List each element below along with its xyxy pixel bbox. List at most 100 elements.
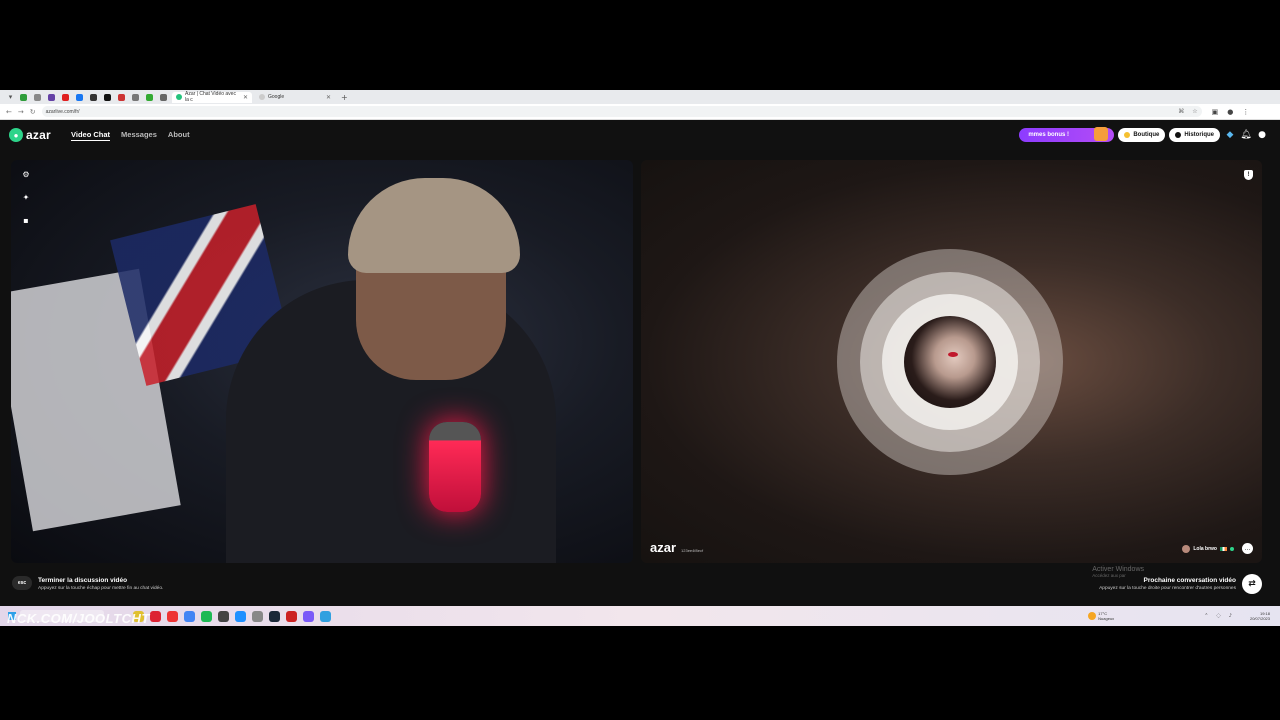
app-icon[interactable]: [286, 610, 297, 622]
tray-chevron-icon[interactable]: ⌃: [1204, 613, 1208, 619]
avatar-detail: [948, 352, 958, 357]
header-actions: mmes bonus ! Boutique Historique ◆ 🔔︎ ●: [1019, 127, 1268, 142]
ripple-ring: [860, 272, 1040, 452]
magic-wand-icon[interactable]: ✦: [21, 193, 31, 203]
pinned-tab[interactable]: [158, 92, 169, 103]
windows-taskbar: 17°C Nuageux ⌃ ◌ ♪ 19:18 20/07/2023: [0, 606, 1280, 626]
notification-bell-icon[interactable]: 🔔︎: [1240, 129, 1252, 141]
message-bubble-icon[interactable]: …: [1242, 543, 1253, 554]
close-tab-icon[interactable]: ✕: [243, 94, 248, 101]
pinned-tab[interactable]: [144, 92, 155, 103]
tab-label: Azar | Chat Vidéo avec la c: [185, 91, 236, 103]
close-tab-icon[interactable]: ✕: [326, 94, 331, 101]
esc-button[interactable]: esc: [12, 576, 32, 590]
country-flag-icon: [1220, 547, 1227, 551]
shop-button[interactable]: Boutique: [1118, 128, 1166, 142]
main-nav: Video Chat Messages About: [71, 130, 190, 141]
stream-overlay-text: NCK.COM/JOOLTCHT: [7, 611, 150, 626]
local-video: ⚙ ✦ ▪: [11, 160, 633, 563]
reload-icon[interactable]: ↻: [30, 108, 36, 116]
new-tab-icon[interactable]: +: [341, 93, 348, 102]
history-button[interactable]: Historique: [1169, 128, 1220, 142]
back-icon[interactable]: ←: [6, 108, 12, 116]
pinned-tab[interactable]: [88, 92, 99, 103]
app-icon[interactable]: [235, 610, 246, 622]
next-chat-hint: Prochaine conversation vidéo Appuyez sur…: [1099, 577, 1236, 591]
logo-text: azar: [26, 128, 51, 142]
end-chat-title: Terminer la discussion vidéo: [38, 577, 128, 584]
next-chat-button[interactable]: ⇄: [1242, 574, 1262, 594]
bookmark-star-icon[interactable]: ☆: [1192, 108, 1197, 115]
profile-icon[interactable]: ●: [1227, 108, 1233, 116]
system-tray: ⌃ ◌ ♪: [1204, 613, 1232, 619]
ripple-ring: [882, 294, 1018, 430]
pinned-tab[interactable]: [18, 92, 29, 103]
promo-button[interactable]: mmes bonus !: [1019, 127, 1115, 142]
remote-video: ! azar 123ee4f8ecf Lola brwo …: [641, 160, 1262, 563]
settings-icon[interactable]: ⚙: [21, 170, 31, 180]
pinned-tab[interactable]: [32, 92, 43, 103]
video-tools: ⚙ ✦ ▪: [21, 170, 31, 226]
gem-icon: [1124, 132, 1131, 138]
nav-messages[interactable]: Messages: [121, 130, 157, 141]
extensions-icon[interactable]: ▣: [1212, 108, 1219, 116]
clock-icon: [1175, 132, 1182, 138]
user-profile-icon[interactable]: ●: [1256, 129, 1268, 141]
sticker-icon[interactable]: ▪: [21, 216, 31, 226]
system-clock[interactable]: 19:18 20/07/2023: [1250, 611, 1270, 621]
pinned-tab[interactable]: [46, 92, 57, 103]
app-icon[interactable]: [218, 610, 229, 622]
pinned-tab[interactable]: [130, 92, 141, 103]
online-status-icon: [1230, 547, 1234, 551]
tab-search-icon[interactable]: ▾: [6, 93, 15, 102]
tab-google[interactable]: Google ✕: [255, 92, 335, 103]
taskbar-apps: [133, 610, 331, 622]
weather-widget[interactable]: 17°C Nuageux: [1088, 611, 1114, 621]
pinned-tab[interactable]: [102, 92, 113, 103]
pinned-tab[interactable]: [74, 92, 85, 103]
report-shield-icon[interactable]: !: [1244, 170, 1253, 180]
steam-icon[interactable]: [269, 610, 280, 622]
browser-tab-strip: ▾ Azar | Chat Vidéo avec la c ✕ Google ✕…: [0, 90, 1280, 104]
next-chat-description: Appuyez sur la touche droite pour rencon…: [1099, 586, 1236, 591]
partner-info[interactable]: Lola brwo: [1182, 545, 1234, 553]
azar-watermark: azar 123ee4f8ecf: [650, 540, 703, 555]
pinned-tab[interactable]: [116, 92, 127, 103]
clock-date: 20/07/2023: [1249, 616, 1270, 621]
chat-icon[interactable]: ◆: [1224, 129, 1236, 141]
tab-azar[interactable]: Azar | Chat Vidéo avec la c ✕: [172, 91, 252, 103]
azar-logo[interactable]: ● azar: [9, 128, 51, 142]
nav-about[interactable]: About: [168, 130, 190, 141]
azar-favicon-icon: [176, 94, 182, 100]
weather-icon: [1088, 612, 1097, 620]
tab-label: Google: [268, 94, 285, 100]
volume-icon[interactable]: ♪: [1229, 613, 1232, 619]
spotify-icon[interactable]: [201, 610, 212, 622]
next-chat-title: Prochaine conversation vidéo: [1143, 577, 1236, 584]
translate-icon[interactable]: ⌘: [1178, 108, 1184, 115]
nav-video-chat[interactable]: Video Chat: [71, 130, 111, 141]
camera-person-beanie: [348, 178, 520, 273]
history-label: Historique: [1184, 132, 1214, 138]
menu-icon[interactable]: ⋮: [1242, 108, 1249, 116]
partner-mini-avatar: [1182, 545, 1191, 553]
network-icon[interactable]: ◌: [1216, 613, 1220, 619]
promo-label: mmes bonus !: [1028, 132, 1070, 138]
partner-name: Lola brwo: [1193, 546, 1217, 552]
watermark-logo: azar: [650, 540, 677, 555]
forward-icon[interactable]: →: [18, 108, 24, 116]
chrome-icon[interactable]: [184, 610, 195, 622]
end-chat-description: Appuyez sur la touche échap pour mettre …: [38, 586, 164, 591]
app-icon[interactable]: [303, 610, 314, 622]
url-field[interactable]: azarlive.com/fr/ ⌘ ☆: [41, 106, 1202, 117]
opera-icon[interactable]: [150, 610, 161, 622]
app-icon[interactable]: [167, 610, 178, 622]
azar-logo-icon: ●: [9, 128, 23, 142]
site-header: ● azar Video Chat Messages About mmes bo…: [0, 120, 1280, 150]
app-icon[interactable]: [320, 610, 331, 622]
end-chat-hint: Terminer la discussion vidéo Appuyez sur…: [38, 577, 163, 591]
address-bar: ← → ↻ azarlive.com/fr/ ⌘ ☆ ▣ ● ⋮: [0, 104, 1280, 120]
pinned-tab[interactable]: [60, 92, 71, 103]
settings-app-icon[interactable]: [252, 610, 263, 622]
shop-label: Boutique: [1133, 132, 1160, 138]
